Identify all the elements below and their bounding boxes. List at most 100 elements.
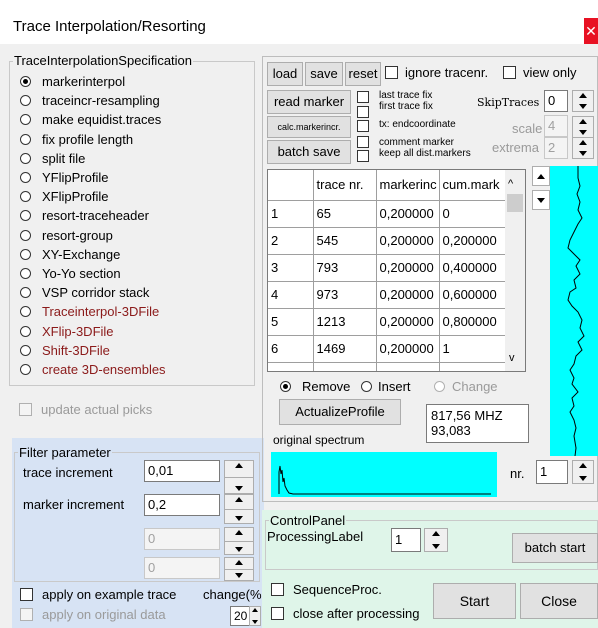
table-cell[interactable]: 0,200000 (376, 281, 440, 309)
apply-original-checkbox[interactable] (20, 608, 33, 621)
batch-save-button[interactable]: batch save (267, 140, 351, 164)
spec-option-radio[interactable] (20, 325, 31, 337)
spec-option-15[interactable]: create 3D-ensembles (20, 361, 250, 380)
spec-option-7[interactable]: resort-traceheader (20, 207, 250, 226)
close-after-checkbox[interactable] (271, 607, 284, 620)
spec-option-radio[interactable] (20, 114, 31, 126)
table-cell[interactable]: 1 (439, 335, 509, 363)
table-row[interactable]: 1 65 0,200000 0 (268, 200, 509, 228)
scale-input[interactable]: 4 (544, 115, 568, 137)
spec-option-radio[interactable] (20, 76, 31, 87)
spec-option-9[interactable]: XY-Exchange (20, 246, 250, 265)
table-cell[interactable]: 1,200000 (439, 362, 509, 371)
profile-scroll-up-button[interactable] (532, 166, 550, 186)
spec-option-8[interactable]: resort-group (20, 227, 250, 246)
table-scroll-up-icon[interactable]: ^ (508, 178, 513, 190)
table-row[interactable]: 6 1469 0,200000 1 (268, 335, 509, 363)
first-trace-fix-checkbox[interactable] (357, 106, 369, 118)
table-header-cell[interactable]: trace nr. (313, 170, 377, 201)
spec-option-2[interactable]: make equidist.traces (20, 111, 250, 130)
marker-increment-spinner[interactable] (224, 494, 254, 524)
trace-profile-view[interactable] (550, 166, 598, 457)
spec-option-radio[interactable] (20, 210, 31, 222)
processing-input[interactable]: 1 (391, 528, 421, 552)
actualize-profile-button[interactable]: ActualizeProfile (279, 399, 401, 425)
skip-traces-spinner[interactable] (572, 90, 594, 112)
nr-input[interactable]: 1 (536, 460, 568, 484)
spec-option-radio[interactable] (20, 287, 31, 299)
spec-option-radio[interactable] (20, 306, 31, 318)
marker-increment-input[interactable]: 0,2 (144, 494, 220, 516)
table-header-cell[interactable]: cum.mark (439, 170, 509, 201)
load-button[interactable]: load (267, 62, 303, 86)
profile-scroll-down-button[interactable] (532, 190, 550, 210)
read-marker-button[interactable]: read marker (267, 90, 351, 114)
marker-table[interactable]: trace nr. markerinc cum.mark 1 65 0,200000 0 2 5… (267, 169, 526, 372)
insert-radio[interactable] (361, 381, 372, 392)
keep-all-checkbox[interactable] (357, 150, 369, 162)
spec-option-4[interactable]: split file (20, 150, 250, 169)
filter-field3-spinner[interactable] (224, 527, 254, 555)
table-cell[interactable]: 793 (313, 254, 377, 282)
row-number-cell[interactable]: 5 (268, 308, 314, 336)
row-number-cell[interactable]: 6 (268, 335, 314, 363)
table-cell[interactable]: 0,200000 (439, 227, 509, 255)
nr-spinner[interactable] (572, 460, 594, 484)
table-scroll-thumb[interactable] (507, 194, 523, 212)
table-row[interactable]: 3 793 0,200000 0,400000 (268, 254, 509, 282)
spectrum-view[interactable] (271, 452, 497, 497)
row-number-cell[interactable]: 1 (268, 200, 314, 228)
change-spinner[interactable] (249, 606, 261, 626)
calc-marker-button[interactable]: calc.markerincr. (267, 116, 351, 138)
last-trace-fix-checkbox[interactable] (357, 91, 369, 103)
table-cell[interactable]: 0,800000 (439, 308, 509, 336)
spec-option-radio[interactable] (20, 152, 31, 164)
tx-endcoord-checkbox[interactable] (357, 120, 369, 132)
spec-option-0[interactable]: markerinterpol (20, 73, 250, 92)
trace-increment-spinner[interactable] (224, 460, 254, 494)
close-icon[interactable]: ✕ (584, 18, 598, 44)
table-row[interactable]: 4 973 0,200000 0,600000 (268, 281, 509, 309)
change-radio[interactable] (434, 381, 445, 392)
change-input[interactable]: 20 (230, 606, 250, 626)
table-row[interactable]: 717210,2000001,200000 (268, 362, 509, 371)
table-cell[interactable]: 1721 (313, 362, 377, 371)
save-button[interactable]: save (305, 62, 343, 86)
ignore-tracenr-checkbox[interactable] (385, 66, 398, 79)
spec-option-3[interactable]: fix profile length (20, 131, 250, 150)
spec-option-radio[interactable] (20, 364, 31, 375)
batch-start-button[interactable]: batch start (512, 533, 598, 563)
table-header-cell[interactable]: markerinc (376, 170, 440, 201)
table-cell[interactable]: 0,200000 (376, 362, 440, 371)
update-actual-picks-checkbox[interactable] (19, 403, 32, 416)
row-number-cell[interactable]: 3 (268, 254, 314, 282)
spec-option-radio[interactable] (20, 172, 31, 183)
start-button[interactable]: Start (433, 583, 516, 619)
skip-traces-input[interactable]: 0 (544, 90, 568, 112)
spec-option-12[interactable]: Traceinterpol-3DFile (20, 303, 250, 322)
close-button[interactable]: Close (520, 583, 598, 619)
table-scrollbar[interactable]: ^ v (505, 170, 525, 371)
spec-option-radio[interactable] (20, 229, 31, 241)
remove-radio[interactable] (280, 381, 291, 392)
table-header-cell[interactable] (268, 170, 314, 201)
spec-option-14[interactable]: Shift-3DFile (20, 342, 250, 361)
filter-field3-input[interactable]: 0 (144, 528, 220, 550)
table-cell[interactable]: 1213 (313, 308, 377, 336)
table-cell[interactable]: 0 (439, 200, 509, 228)
table-cell[interactable]: 0,400000 (439, 254, 509, 282)
row-number-cell[interactable]: 2 (268, 227, 314, 255)
table-scroll-down-icon[interactable]: v (509, 352, 515, 364)
table-cell[interactable]: 0,600000 (439, 281, 509, 309)
table-cell[interactable]: 1469 (313, 335, 377, 363)
view-only-checkbox[interactable] (503, 66, 516, 79)
table-cell[interactable]: 545 (313, 227, 377, 255)
trace-increment-input[interactable]: 0,01 (144, 460, 220, 482)
spec-option-10[interactable]: Yo-Yo section (20, 265, 250, 284)
spec-option-1[interactable]: traceincr-resampling (20, 92, 250, 111)
extrema-input[interactable]: 2 (544, 137, 568, 159)
table-row[interactable]: 2 545 0,200000 0,200000 (268, 227, 509, 255)
spec-option-radio[interactable] (20, 95, 31, 107)
row-number-cell[interactable]: 4 (268, 281, 314, 309)
table-cell[interactable]: 0,200000 (376, 254, 440, 282)
